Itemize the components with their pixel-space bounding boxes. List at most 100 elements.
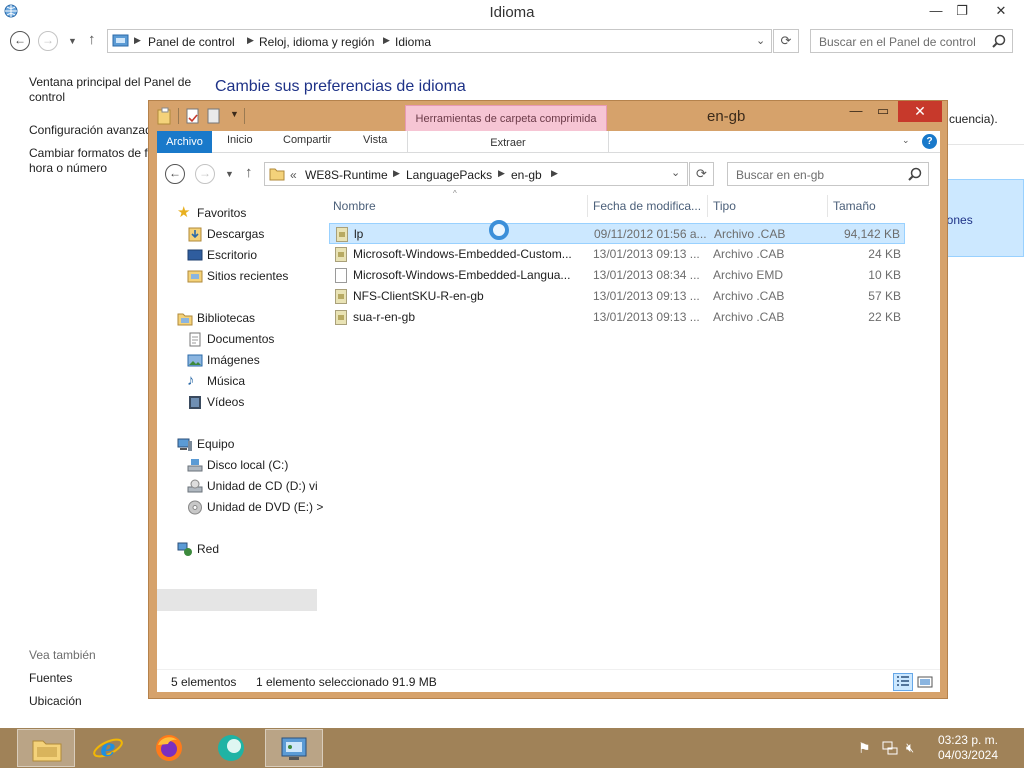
close-button[interactable]: ✕: [984, 0, 1018, 22]
clock-time: 03:23 p. m.: [937, 733, 998, 747]
music-note-icon: ♪: [187, 372, 195, 389]
options-link[interactable]: iones: [944, 213, 973, 227]
maximize-button[interactable]: ❐: [948, 0, 976, 22]
cursor-indicator: [489, 220, 509, 240]
recent-places-icon: [187, 270, 203, 283]
tab-archivo[interactable]: Archivo: [157, 131, 212, 153]
pictures-icon: [187, 354, 203, 367]
new-folder-icon[interactable]: [207, 108, 221, 124]
selection-info: 1 elemento seleccionado 91.9 MB: [256, 675, 437, 689]
computer-icon: [177, 438, 192, 451]
taskbar-app[interactable]: [203, 729, 261, 767]
cab-file-icon: [335, 289, 347, 304]
file-row[interactable]: sua-r-en-gb 13/01/2013 09:13 ... Archivo…: [329, 307, 905, 328]
cd-drive-icon: [187, 479, 203, 493]
control-panel-titlebar: Idioma — ❐ ✕: [0, 0, 1024, 24]
cp-advanced-settings-link[interactable]: Configuración avanzada: [29, 123, 158, 138]
control-panel-search-input[interactable]: Buscar en el Panel de control: [810, 29, 1013, 53]
tab-inicio[interactable]: Inicio: [227, 134, 253, 146]
explorer-forward-button[interactable]: →: [195, 164, 215, 184]
documents-icon: [189, 332, 201, 347]
explorer-minimize-button[interactable]: —: [842, 103, 870, 118]
explorer-address-bar[interactable]: « WE8S-Runtime ▶ LanguagePacks ▶ en-gb ▶…: [264, 162, 688, 186]
partial-description-text: cuencia).: [949, 112, 998, 126]
explorer-recent-dropdown[interactable]: ▼: [225, 169, 234, 179]
page-heading: Cambie sus preferencias de idioma: [215, 78, 466, 95]
item-count: 5 elementos: [171, 675, 237, 689]
system-clock[interactable]: 03:23 p. m. 04/03/2024: [938, 733, 998, 763]
refresh-button[interactable]: ⟳: [773, 29, 799, 53]
network-status-icon[interactable]: [882, 740, 898, 756]
explorer-maximize-button[interactable]: ▭: [869, 103, 897, 119]
expand-ribbon-chevron-icon[interactable]: ⌄: [902, 135, 910, 146]
control-panel-icon: [281, 737, 307, 760]
taskbar: e ⚑ 🔇︎ 03:23 p. m. 04/03/2024: [0, 728, 1024, 768]
window-title: Idioma: [489, 4, 535, 21]
tab-extraer[interactable]: Extraer: [407, 131, 609, 153]
breadcrumb-en-gb[interactable]: en-gb: [511, 168, 542, 182]
folder-icon: [269, 168, 285, 181]
recent-locations-dropdown[interactable]: ▼: [68, 36, 77, 46]
explorer-address-row: ← → ▼ ↑ « WE8S-Runtime ▶ LanguagePacks ▶…: [157, 159, 940, 189]
folder-icon: [157, 107, 171, 125]
language-list-selection[interactable]: iones: [940, 179, 1024, 257]
breadcrumb-reloj-idioma-region[interactable]: Reloj, idioma y región: [259, 35, 374, 49]
large-icons-view-button[interactable]: [915, 673, 935, 691]
file-row[interactable]: NFS-ClientSKU-R-en-gb 13/01/2013 09:13 .…: [329, 286, 905, 307]
file-row[interactable]: Microsoft-Windows-Embedded-Langua... 13/…: [329, 265, 905, 286]
firefox-icon: [156, 735, 182, 761]
svg-text:e: e: [100, 733, 115, 762]
explorer-up-button[interactable]: ↑: [245, 164, 253, 181]
customize-toolbar-dropdown[interactable]: ▼: [230, 109, 239, 119]
help-icon[interactable]: ?: [922, 134, 937, 149]
downloads-folder-icon: [188, 227, 202, 242]
tab-vista[interactable]: Vista: [363, 134, 387, 146]
explorer-back-button[interactable]: ←: [165, 164, 185, 184]
breadcrumb-we8s-runtime[interactable]: WE8S-Runtime: [305, 168, 388, 182]
column-header-tipo[interactable]: Tipo: [713, 199, 736, 213]
address-dropdown-chevron-icon[interactable]: ⌄: [756, 34, 765, 47]
breadcrumb-idioma[interactable]: Idioma: [395, 35, 431, 49]
file-row[interactable]: Microsoft-Windows-Embedded-Custom... 13/…: [329, 244, 905, 265]
explorer-search-input[interactable]: Buscar en en-gb: [727, 162, 929, 186]
cab-file-icon: [336, 227, 348, 242]
control-panel-icon: [112, 34, 129, 47]
tab-compartir[interactable]: Compartir: [283, 134, 331, 146]
volume-muted-icon[interactable]: 🔇︎: [906, 740, 922, 756]
details-view-button[interactable]: [893, 673, 913, 691]
minimize-button[interactable]: —: [922, 0, 950, 22]
taskbar-control-panel[interactable]: [265, 729, 323, 767]
explorer-address-dropdown-icon[interactable]: ⌄: [671, 166, 680, 179]
explorer-close-button[interactable]: ✕: [898, 101, 942, 122]
cab-file-icon: [335, 247, 347, 262]
control-panel-address-row: ← → ▼ ↑ ▶ Panel de control ▶ Reloj, idio…: [0, 28, 1024, 56]
column-header-fecha[interactable]: Fecha de modifica...: [593, 199, 701, 213]
breadcrumb-languagepacks[interactable]: LanguagePacks: [406, 168, 492, 182]
nav-selection-highlight: [157, 589, 317, 611]
forward-button[interactable]: →: [38, 31, 58, 51]
back-button[interactable]: ←: [10, 31, 30, 51]
taskbar-internet-explorer[interactable]: e: [79, 729, 137, 767]
location-link[interactable]: Ubicación: [29, 694, 82, 709]
properties-icon[interactable]: [186, 108, 200, 124]
column-header-nombre[interactable]: Nombre: [333, 199, 376, 213]
address-bar[interactable]: ▶ Panel de control ▶ Reloj, idioma y reg…: [107, 29, 772, 53]
action-center-flag-icon[interactable]: ⚑: [858, 740, 874, 756]
taskbar-firefox[interactable]: [141, 729, 199, 767]
large-icons-view-icon: [917, 676, 933, 688]
network-icon: [177, 542, 192, 556]
app-icon: [218, 735, 244, 761]
status-bar: 5 elementos 1 elemento seleccionado 91.9…: [157, 669, 940, 692]
file-row[interactable]: lp 09/11/2012 01:56 a... Archivo .CAB 94…: [329, 223, 905, 244]
explorer-refresh-button[interactable]: ⟳: [689, 162, 714, 186]
search-icon: [992, 34, 1006, 48]
internet-explorer-icon: e: [93, 733, 123, 762]
column-headers: ^ Nombre Fecha de modifica... Tipo Tamañ…: [329, 189, 909, 217]
column-header-tamano[interactable]: Tamaño: [833, 199, 876, 213]
divider: [940, 144, 1024, 145]
breadcrumb-panel-de-control[interactable]: Panel de control: [148, 35, 235, 49]
up-button[interactable]: ↑: [88, 31, 96, 48]
explorer-window: ▼ Herramientas de carpeta comprimida en-…: [148, 100, 948, 699]
taskbar-file-explorer[interactable]: [17, 729, 75, 767]
fonts-link[interactable]: Fuentes: [29, 671, 72, 686]
